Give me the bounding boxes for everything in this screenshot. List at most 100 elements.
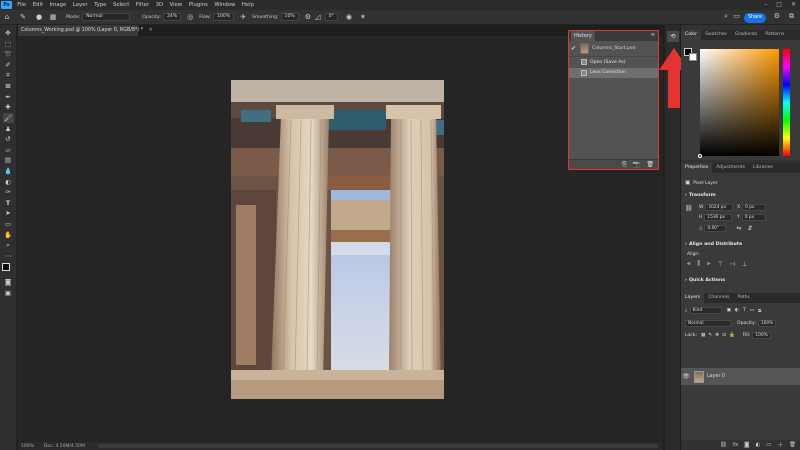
menu-3d[interactable]: 3D — [152, 2, 166, 8]
link-layers-icon[interactable]: ⛓ — [720, 442, 727, 448]
new-layer-icon[interactable]: ＋ — [778, 441, 784, 449]
hue-slider[interactable] — [783, 49, 790, 156]
hand-tool-icon[interactable]: ✋ — [3, 229, 14, 240]
lock-position-icon[interactable]: ✥ — [715, 333, 719, 338]
search-icon[interactable]: ⌕ — [724, 12, 728, 21]
menu-file[interactable]: File — [14, 2, 29, 8]
history-panel-icon[interactable]: ⟲ — [667, 31, 679, 42]
new-adjustment-icon[interactable]: ◐ — [755, 442, 760, 448]
menu-help[interactable]: Help — [239, 2, 258, 8]
layer-fill-field[interactable]: 100% — [752, 332, 771, 339]
color-picker-field[interactable] — [700, 49, 779, 156]
new-group-folder-icon[interactable]: ▭ — [766, 442, 771, 448]
tab-properties[interactable]: Properties — [681, 163, 713, 173]
dodge-tool-icon[interactable]: ◐ — [3, 176, 14, 187]
tab-channels[interactable]: Channels — [704, 293, 733, 303]
zoom-tool-icon[interactable]: ⌕ — [3, 240, 14, 251]
color-panel-swatches[interactable] — [684, 48, 698, 62]
flip-horizontal-icon[interactable]: ⇋ — [736, 225, 741, 232]
pressure-opacity-icon[interactable]: ◎ — [185, 12, 195, 22]
layer-thumbnail[interactable] — [694, 370, 704, 383]
filter-shape-icon[interactable]: ▭ — [750, 308, 754, 313]
frame-tool-icon[interactable]: ⊠ — [3, 81, 14, 92]
edit-toolbar-icon[interactable]: ⋯ — [3, 250, 14, 261]
symmetry-icon[interactable]: ✶ — [358, 12, 368, 22]
snapshot-brush-source-icon[interactable]: ✔ — [571, 45, 576, 52]
rectangle-tool-icon[interactable]: ▭ — [3, 219, 14, 230]
color-swatches[interactable] — [2, 263, 14, 276]
height-field[interactable]: 1536 px — [704, 214, 733, 221]
blur-tool-icon[interactable]: 💧 — [3, 166, 14, 177]
link-dimensions-icon[interactable]: ⛓ — [685, 205, 693, 212]
add-mask-icon[interactable]: ◙ — [744, 442, 749, 448]
document-tab[interactable]: Columns_Working.psd @ 100% (Layer 0, RGB… — [18, 25, 153, 36]
menu-type[interactable]: Type — [91, 2, 110, 8]
layer-name[interactable]: Layer 0 — [707, 374, 725, 379]
history-snapshot[interactable]: ✔ Columns_Start.psd — [569, 41, 658, 57]
new-document-from-state-icon[interactable]: ⎘ — [622, 161, 627, 169]
pressure-size-icon[interactable]: ◉ — [344, 12, 354, 22]
opacity-field[interactable]: 24% — [162, 13, 182, 21]
brush-settings-icon[interactable]: ▦ — [48, 12, 58, 22]
tab-paths[interactable]: Paths — [733, 293, 754, 303]
smoothing-field[interactable]: 10% — [280, 13, 299, 21]
blend-mode-select[interactable]: Normal — [685, 320, 731, 327]
create-snapshot-camera-icon[interactable]: 📷 — [633, 161, 640, 168]
color-picker-cursor[interactable] — [698, 154, 702, 158]
tab-adjustments[interactable]: Adjustments — [712, 163, 749, 173]
flip-vertical-icon[interactable]: ⇵ — [748, 225, 753, 232]
menu-window[interactable]: Window — [211, 2, 238, 8]
align-left-icon[interactable]: ⫷ — [687, 260, 690, 268]
align-right-icon[interactable]: ⫸ — [707, 260, 710, 268]
visibility-eye-icon[interactable]: 👁 — [681, 373, 691, 380]
history-tab[interactable]: History — [571, 31, 596, 41]
history-state-lens-correction[interactable]: Lens Correction — [569, 67, 658, 78]
filter-adjustment-icon[interactable]: ◐ — [735, 308, 739, 313]
zoom-level[interactable]: 100% — [21, 444, 34, 449]
eyedropper-tool-icon[interactable]: ✒ — [3, 92, 14, 103]
quick-actions-header[interactable]: › Quick Actions — [685, 278, 725, 283]
layer-opacity-field[interactable]: 100% — [757, 320, 777, 327]
brush-preset-icon[interactable]: ✎ — [18, 12, 28, 22]
maximize-icon[interactable]: □ — [776, 1, 782, 8]
screen-mode-icon[interactable]: ▣ — [3, 288, 14, 299]
settings-gear-icon[interactable]: ⚙ — [774, 12, 780, 20]
menu-select[interactable]: Select — [110, 2, 133, 8]
delete-state-trash-icon[interactable]: 🗑 — [646, 161, 654, 168]
horizontal-scrollbar[interactable] — [98, 444, 658, 448]
type-tool-icon[interactable]: T — [3, 198, 14, 209]
eraser-tool-icon[interactable]: ▱ — [3, 145, 14, 156]
path-selection-tool-icon[interactable]: ➤ — [3, 208, 14, 219]
history-state-open[interactable]: Open (Save As) — [569, 57, 658, 68]
minimize-icon[interactable]: – — [764, 1, 767, 8]
menu-filter[interactable]: Filter — [133, 2, 153, 8]
tab-color[interactable]: Color — [681, 30, 701, 40]
menu-view[interactable]: View — [166, 2, 185, 8]
brush-size-icon[interactable]: ● — [34, 12, 44, 22]
tab-layers[interactable]: Layers — [681, 293, 705, 303]
pen-tool-icon[interactable]: ✑ — [3, 187, 14, 198]
layer-row[interactable]: 👁 Layer 0 — [681, 368, 800, 385]
lock-image-icon[interactable]: ✎ — [708, 333, 712, 338]
align-bottom-icon[interactable]: ⊥ — [742, 261, 747, 268]
gradient-tool-icon[interactable]: ▤ — [3, 155, 14, 166]
background-swatch[interactable] — [689, 53, 697, 61]
align-center-v-icon[interactable]: ⊣ — [730, 261, 735, 268]
angle-field[interactable]: 0° — [324, 13, 338, 21]
mode-select[interactable]: Normal — [82, 13, 131, 21]
filter-type-icon[interactable]: T — [743, 308, 746, 313]
move-tool-icon[interactable]: ✥ — [3, 28, 14, 39]
angle-field[interactable]: 0.00° — [704, 225, 727, 232]
document-image[interactable] — [231, 80, 444, 399]
lock-artboard-icon[interactable]: ⊡ — [722, 333, 726, 338]
y-field[interactable]: 0 px — [741, 214, 766, 221]
brush-tool-icon[interactable]: 🖌 — [2, 112, 14, 124]
arrange-icon[interactable]: ⧉ — [789, 12, 794, 21]
menu-layer[interactable]: Layer — [70, 2, 91, 8]
layer-style-fx-icon[interactable]: fx — [733, 442, 738, 448]
lasso-tool-icon[interactable]: ➰ — [3, 49, 14, 60]
close-tab-icon[interactable]: × — [149, 28, 153, 33]
smoothing-options-gear-icon[interactable]: ⚙ — [303, 12, 313, 22]
delete-layer-trash-icon[interactable]: 🗑 — [789, 442, 796, 448]
panel-menu-icon[interactable]: ≡ — [651, 32, 655, 38]
